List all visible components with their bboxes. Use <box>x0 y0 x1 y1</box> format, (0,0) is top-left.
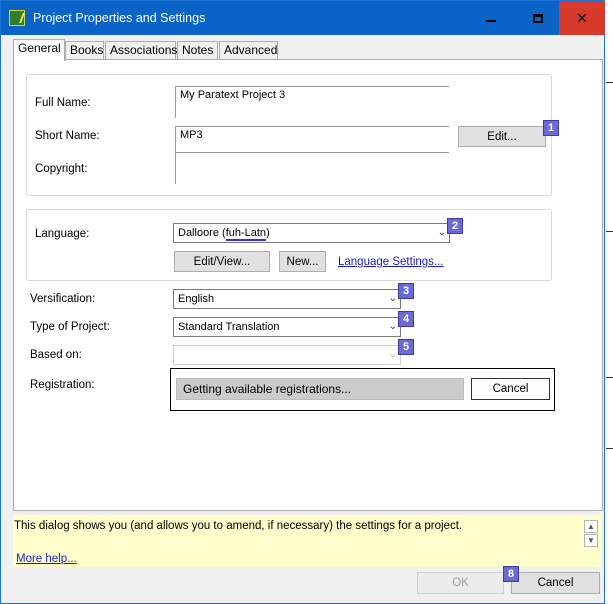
close-button[interactable]: ✕ <box>559 1 605 35</box>
dialog-window: Project Properties and Settings ✕ Genera… <box>0 0 605 604</box>
maximize-icon <box>532 13 543 23</box>
marker-1: 1 <box>543 120 559 136</box>
full-name-label: Full Name: <box>35 97 91 109</box>
tab-books[interactable]: Books <box>65 41 104 60</box>
short-name-field[interactable]: MP3 <box>175 126 449 152</box>
project-type-label: Type of Project: <box>30 321 110 333</box>
language-select[interactable]: Dalloore (fuh-Latn) ⌄ <box>173 223 450 243</box>
window-title: Project Properties and Settings <box>33 11 206 25</box>
edit-view-language-button[interactable]: Edit/View... <box>174 251 270 272</box>
background-edge-line <box>606 231 613 232</box>
chevron-down-icon: ⌄ <box>388 321 397 332</box>
marker-8: 8 <box>503 566 519 582</box>
background-edge-line <box>606 448 613 449</box>
based-on-select[interactable]: ⌄ <box>173 345 401 365</box>
tab-advanced[interactable]: Advanced <box>219 41 278 60</box>
registration-cancel-button[interactable]: Cancel <box>471 378 550 400</box>
language-label: Language: <box>35 228 90 240</box>
short-name-label: Short Name: <box>35 130 100 142</box>
chevron-down-icon: ▼ <box>587 536 595 545</box>
help-text: This dialog shows you (and allows you to… <box>14 520 463 532</box>
versification-label: Versification: <box>30 293 96 305</box>
new-language-button[interactable]: New... <box>279 251 326 272</box>
maximize-button[interactable] <box>514 1 561 35</box>
project-type-value: Standard Translation <box>178 321 280 333</box>
marker-5: 5 <box>398 339 414 355</box>
language-value-prefix: Dalloore ( <box>178 227 226 239</box>
cancel-button[interactable]: Cancel <box>511 572 600 594</box>
chevron-down-icon: ⌄ <box>388 293 397 304</box>
minimize-button[interactable] <box>467 1 514 35</box>
tab-notes[interactable]: Notes <box>177 41 218 60</box>
full-name-field[interactable]: My Paratext Project 3 <box>175 86 449 118</box>
registration-status: Getting available registrations... <box>183 382 352 396</box>
edit-short-name-button[interactable]: Edit... <box>458 126 546 147</box>
help-panel: This dialog shows you (and allows you to… <box>13 515 601 567</box>
marker-2: 2 <box>447 218 463 234</box>
chevron-up-icon: ▲ <box>587 522 595 531</box>
language-value-suffix: ) <box>266 227 270 239</box>
project-name-group: Full Name: My Paratext Project 3 Short N… <box>26 74 559 196</box>
versification-value: English <box>178 293 215 305</box>
background-edge-line <box>606 377 613 378</box>
tab-general[interactable]: General <box>13 39 65 61</box>
language-group: Language: Dalloore (fuh-Latn) ⌄ 2 Edit/V… <box>26 209 552 281</box>
marker-4: 4 <box>398 311 414 327</box>
general-tab-page: Full Name: My Paratext Project 3 Short N… <box>13 59 603 511</box>
language-code: fuh-Latn <box>225 227 267 241</box>
project-type-select[interactable]: Standard Translation ⌄ <box>173 317 401 337</box>
copyright-label: Copyright: <box>35 163 88 175</box>
copyright-field[interactable] <box>175 152 449 184</box>
registration-panel: Getting available registrations... Cance… <box>170 368 555 411</box>
paratext-app-icon <box>9 10 25 26</box>
scroll-up-button[interactable]: ▲ <box>584 520 598 533</box>
tab-associations[interactable]: Associations <box>105 41 177 60</box>
marker-3: 3 <box>398 283 414 299</box>
chevron-down-icon: ⌄ <box>388 349 397 360</box>
scroll-down-button[interactable]: ▼ <box>584 534 598 547</box>
close-icon: ✕ <box>576 9 588 26</box>
chevron-down-icon: ⌄ <box>437 227 446 238</box>
minimize-icon <box>485 20 496 22</box>
based-on-label: Based on: <box>30 349 82 361</box>
ok-button[interactable]: OK <box>417 572 504 594</box>
registration-progress-bar: Getting available registrations... <box>176 378 464 400</box>
more-help-link[interactable]: More help... <box>16 553 77 565</box>
language-settings-link[interactable]: Language Settings... <box>338 256 444 268</box>
registration-label: Registration: <box>30 379 95 391</box>
versification-select[interactable]: English ⌄ <box>173 289 401 309</box>
title-bar: Project Properties and Settings ✕ <box>1 1 605 35</box>
background-edge-line <box>606 82 613 83</box>
